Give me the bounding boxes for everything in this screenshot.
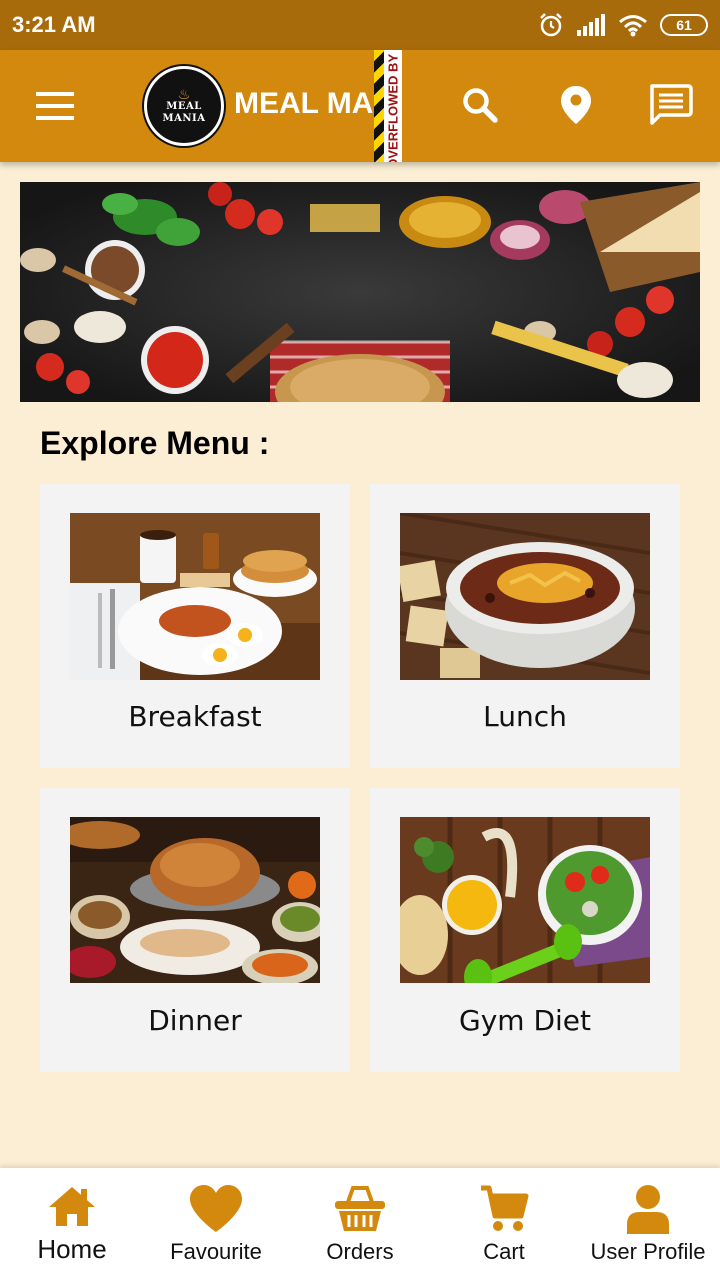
status-bar: 3:21 AM 61: [0, 0, 720, 50]
dinner-image: [70, 817, 320, 984]
location-icon: [561, 86, 591, 124]
logo-line-1: MEAL: [166, 101, 202, 112]
menu-icon[interactable]: [36, 86, 76, 126]
search-button[interactable]: [455, 80, 505, 130]
wifi-icon: [619, 15, 647, 37]
flame-icon: ♨: [177, 86, 191, 102]
bottom-navigation: Home Favourite Orders Cart User Profile: [0, 1168, 720, 1280]
app-logo: ♨ MEAL MANIA: [144, 66, 224, 146]
user-icon: [627, 1185, 669, 1234]
nav-user-profile[interactable]: User Profile: [576, 1168, 720, 1280]
lunch-image: [400, 513, 650, 680]
nav-label: Favourite: [170, 1239, 262, 1264]
menu-card-lunch[interactable]: Lunch: [370, 484, 680, 768]
nav-home[interactable]: Home: [0, 1168, 144, 1280]
nav-favourite[interactable]: Favourite: [144, 1168, 288, 1280]
nav-label: Cart: [483, 1239, 525, 1264]
search-icon: [463, 88, 498, 123]
location-button[interactable]: [551, 80, 601, 130]
app-bar: ♨ MEAL MANIA MEAL MANIA OVERFLOWED BY 1: [0, 50, 720, 162]
logo-line-2: MANIA: [162, 113, 206, 124]
menu-card-breakfast[interactable]: Breakfast: [40, 484, 350, 768]
heart-icon: [190, 1185, 242, 1232]
home-icon: [49, 1187, 95, 1226]
nav-label: User Profile: [590, 1239, 706, 1264]
menu-card-label: Dinner: [148, 1004, 242, 1037]
menu-card-dinner[interactable]: Dinner: [40, 788, 350, 1072]
battery-level: 61: [676, 17, 692, 33]
status-icons: 61: [538, 10, 708, 40]
menu-card-gym-diet[interactable]: Gym Diet: [370, 788, 680, 1072]
cart-icon: [481, 1185, 529, 1231]
status-time: 3:21 AM: [12, 12, 96, 37]
nav-label: Orders: [326, 1239, 394, 1264]
nav-cart[interactable]: Cart: [432, 1168, 576, 1280]
nav-label: Home: [37, 1234, 107, 1264]
signal-icon: [577, 14, 605, 36]
app-title: MEAL MANIA: [234, 87, 374, 120]
menu-card-label: Lunch: [483, 700, 567, 733]
menu-card-label: Gym Diet: [459, 1004, 591, 1037]
explore-menu-title: Explore Menu :: [40, 425, 270, 461]
alarm-icon: [540, 13, 562, 37]
chat-icon: [650, 84, 693, 125]
breakfast-image: [70, 513, 320, 680]
nav-orders[interactable]: Orders: [288, 1168, 432, 1280]
hero-banner: [20, 182, 700, 402]
menu-card-label: Breakfast: [128, 700, 262, 733]
overflow-warning: OVERFLOWED BY 1: [374, 50, 402, 162]
battery-icon: 61: [660, 14, 708, 36]
gym-diet-image: [400, 817, 650, 984]
overflow-warning-text: OVERFLOWED BY 1: [385, 50, 401, 162]
banner-food-image: [20, 182, 700, 402]
chat-button[interactable]: [645, 80, 695, 130]
basket-icon: [335, 1186, 385, 1231]
